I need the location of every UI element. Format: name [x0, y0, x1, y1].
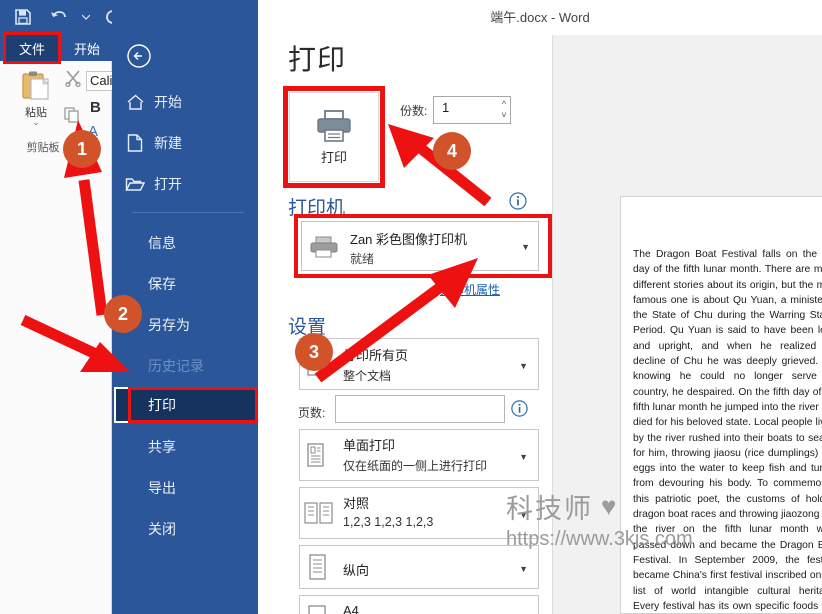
pages-info-icon[interactable]	[511, 400, 528, 417]
sidebar-item-share[interactable]: 共享	[114, 430, 258, 464]
chevron-down-icon[interactable]: ▼	[519, 452, 528, 462]
stepper-down-icon[interactable]: ˅	[501, 111, 506, 120]
document-title: 端午.docx - Word	[490, 10, 590, 25]
sidebar-item-history-label: 历史记录	[148, 358, 204, 374]
setting-collate-title: 对照	[343, 496, 370, 511]
setting-orientation-title: 纵向	[343, 563, 370, 578]
sidebar-item-share-label: 共享	[148, 439, 176, 455]
save-icon[interactable]	[10, 4, 36, 30]
setting-orientation[interactable]: 纵向 ▼	[299, 545, 539, 589]
setting-duplex-title: 单面打印	[343, 438, 396, 453]
tab-home-label: 开始	[73, 41, 100, 57]
setting-duplex-subtitle: 仅在纸面的一侧上进行打印	[343, 459, 488, 473]
sidebar-item-export[interactable]: 导出	[114, 471, 258, 505]
printer-info-icon[interactable]	[509, 192, 527, 210]
setting-collate-subtitle: 1,2,3 1,2,3 1,2,3	[343, 515, 434, 529]
annotation-badge-2: 2	[104, 295, 142, 333]
annotation-outline-print-menu	[128, 387, 258, 423]
one-sided-icon	[307, 443, 333, 474]
setting-collate[interactable]: 对照 1,2,3 1,2,3 1,2,3 ▼	[299, 487, 539, 539]
preview-page: The Dragon Boat Festival falls on the fi…	[620, 196, 822, 614]
annotation-arrow-3	[314, 258, 478, 383]
annotation-badge-3: 3	[295, 333, 333, 371]
sidebar-item-export-label: 导出	[148, 480, 176, 496]
preview-body-text: The Dragon Boat Festival falls on the fi…	[633, 249, 822, 612]
annotation-active-indicator	[114, 387, 128, 423]
sidebar-item-close-label: 关闭	[148, 521, 176, 537]
sidebar-item-close[interactable]: 关闭	[114, 512, 258, 546]
setting-paper-size-title: A4	[343, 603, 359, 614]
pages-label: 页数:	[298, 406, 326, 420]
page-title: 打印	[288, 44, 347, 75]
undo-icon[interactable]	[46, 4, 72, 30]
pages-input[interactable]	[335, 395, 505, 423]
annotation-badge-4: 4	[433, 132, 471, 170]
collate-icon	[304, 501, 336, 532]
setting-duplex[interactable]: 单面打印 仅在纸面的一侧上进行打印 ▼	[299, 429, 539, 481]
chevron-down-icon[interactable]: ▼	[519, 361, 528, 371]
stepper-up-icon[interactable]: ^	[502, 100, 506, 109]
tab-home[interactable]: 开始	[62, 35, 112, 61]
undo-dropdown-icon[interactable]	[82, 4, 90, 30]
chevron-down-icon[interactable]: ▼	[519, 564, 528, 574]
chevron-down-icon[interactable]: ▼	[519, 510, 528, 520]
annotation-arrow-1	[64, 120, 108, 316]
orientation-icon	[307, 554, 333, 587]
annotation-badge-1: 1	[63, 130, 101, 168]
word-backstage-print-screen: 文件 开始 粘贴 ⌄ 剪贴板 Calibri B A 开始 新建 打开 信息 保…	[0, 0, 822, 614]
paper-size-icon	[307, 604, 333, 614]
setting-paper-size[interactable]: A4	[299, 595, 539, 614]
